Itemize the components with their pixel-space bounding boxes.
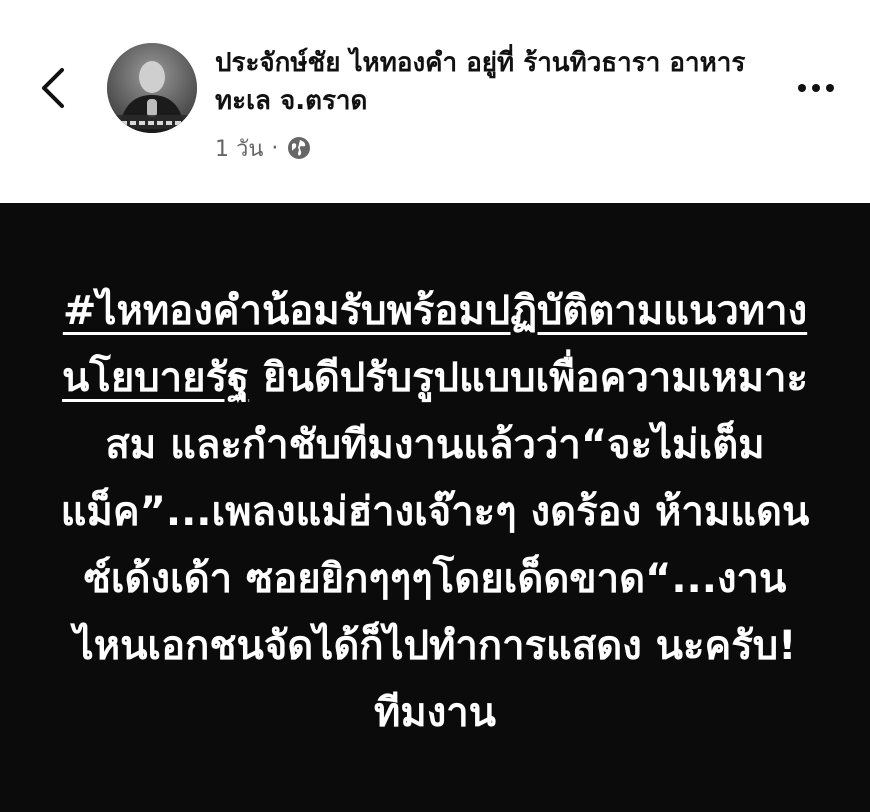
post-content: #ไหทองคำน้อมรับพร้อมปฏิบัติตามแนวทางนโยบ… (0, 203, 870, 812)
avatar[interactable] (107, 43, 197, 133)
globe-icon[interactable] (286, 135, 312, 161)
avatar-photo (107, 43, 197, 133)
post-meta: 1 วัน · (215, 132, 312, 164)
post-body-text: ยินดีปรับรูปแบบเพื่อความเหมาะสม และกำชับ… (60, 355, 810, 736)
chevron-left-icon (42, 68, 64, 108)
more-options-button[interactable] (792, 70, 840, 106)
author-name[interactable]: ประจักษ์ชัย ไหทองคำ อยู่ที่ ร้านทิวธารา … (215, 44, 775, 120)
post-page: ประจักษ์ชัย ไหทองคำ อยู่ที่ ร้านทิวธารา … (0, 0, 870, 812)
post-header: ประจักษ์ชัย ไหทองคำ อยู่ที่ ร้านทิวธารา … (0, 0, 870, 203)
more-horizontal-icon (798, 84, 834, 92)
post-time[interactable]: 1 วัน (215, 131, 263, 166)
back-button[interactable] (28, 58, 78, 118)
post-text: #ไหทองคำน้อมรับพร้อมปฏิบัติตามแนวทางนโยบ… (60, 278, 810, 747)
meta-separator: · (271, 135, 279, 161)
